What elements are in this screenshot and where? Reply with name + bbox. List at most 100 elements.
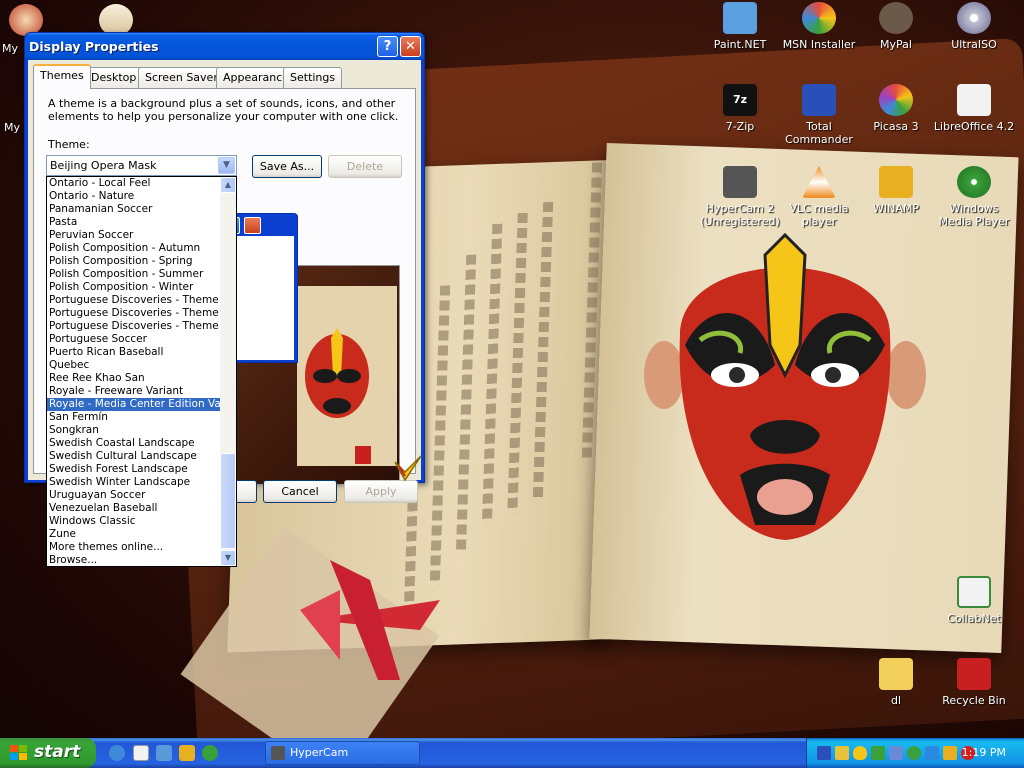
shield-icon[interactable]	[853, 746, 867, 760]
theme-option[interactable]: Zune	[47, 528, 221, 541]
desktop-icon-paint-net[interactable]: Paint.NET	[698, 2, 782, 51]
desktop-icon-ultraiso[interactable]: UltraISO	[932, 2, 1016, 51]
theme-option[interactable]: Polish Composition - Winter	[47, 281, 221, 294]
wallpaper-ribbon	[300, 560, 440, 680]
tray-icon[interactable]	[907, 746, 921, 760]
theme-option[interactable]: Venezuelan Baseball	[47, 502, 221, 515]
network-icon[interactable]	[817, 746, 831, 760]
delete-button[interactable]: Delete	[328, 155, 402, 178]
theme-option[interactable]: Royale - Media Center Edition Variant	[47, 398, 221, 411]
theme-option[interactable]: Pasta	[47, 216, 221, 229]
desktop-icon-dl-folder[interactable]: dl	[854, 658, 938, 707]
theme-option[interactable]: Peruvian Soccer	[47, 229, 221, 242]
theme-option[interactable]: Polish Composition - Autumn	[47, 242, 221, 255]
close-button[interactable]: ✕	[400, 36, 421, 57]
7zip-icon: 7z	[723, 84, 757, 116]
theme-option[interactable]: Quebec	[47, 359, 221, 372]
theme-option[interactable]: Portuguese Discoveries - Theme 1	[47, 294, 221, 307]
theme-option[interactable]: Polish Composition - Summer	[47, 268, 221, 281]
media-player-icon[interactable]	[202, 745, 218, 761]
desktop-icon-collabnet[interactable]: CollabNet	[932, 576, 1016, 625]
theme-option[interactable]: Ontario - Nature	[47, 190, 221, 203]
close-icon	[244, 217, 261, 234]
theme-option[interactable]: Windows Classic	[47, 515, 221, 528]
theme-option[interactable]: Swedish Cultural Landscape	[47, 450, 221, 463]
tab-themes[interactable]: Themes	[33, 64, 91, 89]
monitor-icon[interactable]	[889, 746, 903, 760]
recycle-bin-icon	[957, 658, 991, 690]
icon-label: WINAMP	[873, 202, 919, 215]
floppy-icon	[802, 84, 836, 116]
icon-label: Recycle Bin	[942, 694, 1006, 707]
scrollbar-thumb[interactable]	[220, 453, 236, 549]
tray-icon[interactable]	[835, 746, 849, 760]
quick-launch-icon[interactable]	[156, 745, 172, 761]
chevron-down-icon[interactable]: ▼	[218, 157, 235, 174]
help-button[interactable]: ?	[377, 36, 398, 57]
theme-option[interactable]: Uruguayan Soccer	[47, 489, 221, 502]
taskbar: start HyperCam 1:19 PM	[0, 738, 1024, 768]
desktop-icon-picasa[interactable]: Picasa 3	[854, 84, 938, 133]
paint-icon[interactable]	[133, 745, 149, 761]
scroll-up-icon[interactable]: ▲	[220, 177, 236, 193]
desktop-icon-7zip[interactable]: 7z 7-Zip	[698, 84, 782, 133]
theme-option[interactable]: Songkran	[47, 424, 221, 437]
icon-label: CollabNet	[947, 612, 1001, 625]
desktop-icon-winamp[interactable]: WINAMP	[854, 166, 938, 215]
theme-select[interactable]: Beijing Opera Mask ▼	[46, 155, 237, 176]
desktop-icon-libreoffice[interactable]: LibreOffice 4.2	[932, 84, 1016, 133]
taskbar-button-hypercam[interactable]: HyperCam	[265, 741, 420, 765]
tray-icon[interactable]	[871, 746, 885, 760]
theme-option[interactable]: Swedish Winter Landscape	[47, 476, 221, 489]
save-as-button[interactable]: Save As...	[252, 155, 322, 178]
folder-icon	[879, 658, 913, 690]
camera-icon	[271, 746, 285, 760]
icon-label: VLC media player	[789, 202, 849, 228]
theme-option[interactable]: Royale - Freeware Variant	[47, 385, 221, 398]
desktop-icon-mypal[interactable]: MyPal	[854, 2, 938, 51]
tray-icon[interactable]	[943, 746, 957, 760]
icon-label: Picasa 3	[873, 120, 919, 133]
winamp-icon[interactable]	[179, 745, 195, 761]
theme-option[interactable]: Portuguese Discoveries - Theme 3	[47, 320, 221, 333]
theme-option[interactable]: Ree Ree Khao San	[47, 372, 221, 385]
desktop-icon-hypercam[interactable]: HyperCam 2 (Unregistered)	[698, 166, 782, 228]
tab-desktop[interactable]: Desktop	[84, 67, 144, 88]
camera-icon	[723, 166, 757, 198]
desktop-icon-msn-installer[interactable]: MSN Installer	[777, 2, 861, 51]
theme-option[interactable]: San Fermín	[47, 411, 221, 424]
start-button[interactable]: start	[0, 738, 96, 768]
theme-option[interactable]: Portuguese Discoveries - Theme 2	[47, 307, 221, 320]
icon-label: Windows Media Player	[938, 202, 1010, 228]
theme-option[interactable]: More themes online...	[47, 541, 221, 554]
tab-screen-saver[interactable]: Screen Saver	[138, 67, 225, 88]
desktop-icon-windows-media-player[interactable]: Windows Media Player	[932, 166, 1016, 228]
title-bar[interactable]: Display Properties ? ✕	[25, 33, 424, 60]
tray-icon[interactable]	[925, 746, 939, 760]
tab-settings[interactable]: Settings	[283, 67, 343, 88]
desktop-icon-recycle-bin[interactable]: Recycle Bin	[932, 658, 1016, 707]
theme-option[interactable]: Browse...	[47, 554, 221, 566]
theme-option[interactable]: Puerto Rican Baseball	[47, 346, 221, 359]
clock[interactable]: 1:19 PM	[962, 746, 1006, 759]
theme-option[interactable]: Swedish Forest Landscape	[47, 463, 221, 476]
internet-explorer-icon[interactable]	[109, 745, 125, 761]
msn-butterfly-icon	[802, 2, 836, 34]
theme-dropdown-list[interactable]: Ontario - Local Feel Ontario - Nature Pana…	[46, 176, 237, 567]
raccoon-icon	[879, 2, 913, 34]
traffic-cone-icon	[802, 166, 836, 198]
icon-label: Total Commander	[785, 120, 853, 146]
theme-option[interactable]: Portuguese Soccer	[47, 333, 221, 346]
theme-option[interactable]: Panamanian Soccer	[47, 203, 221, 216]
theme-option[interactable]: Swedish Coastal Landscape	[47, 437, 221, 450]
theme-option[interactable]: Polish Composition - Spring	[47, 255, 221, 268]
scroll-down-icon[interactable]: ▼	[220, 550, 236, 566]
theme-select-value: Beijing Opera Mask	[50, 159, 157, 172]
cancel-button[interactable]: Cancel	[263, 480, 337, 503]
dropdown-scrollbar[interactable]: ▲ ▼	[220, 177, 236, 566]
opera-mask	[644, 232, 926, 540]
theme-option[interactable]: Ontario - Local Feel	[47, 177, 221, 190]
desktop-icon-total-commander[interactable]: Total Commander	[777, 84, 861, 146]
icon-label: UltraISO	[951, 38, 997, 51]
desktop-icon-vlc[interactable]: VLC media player	[777, 166, 861, 228]
